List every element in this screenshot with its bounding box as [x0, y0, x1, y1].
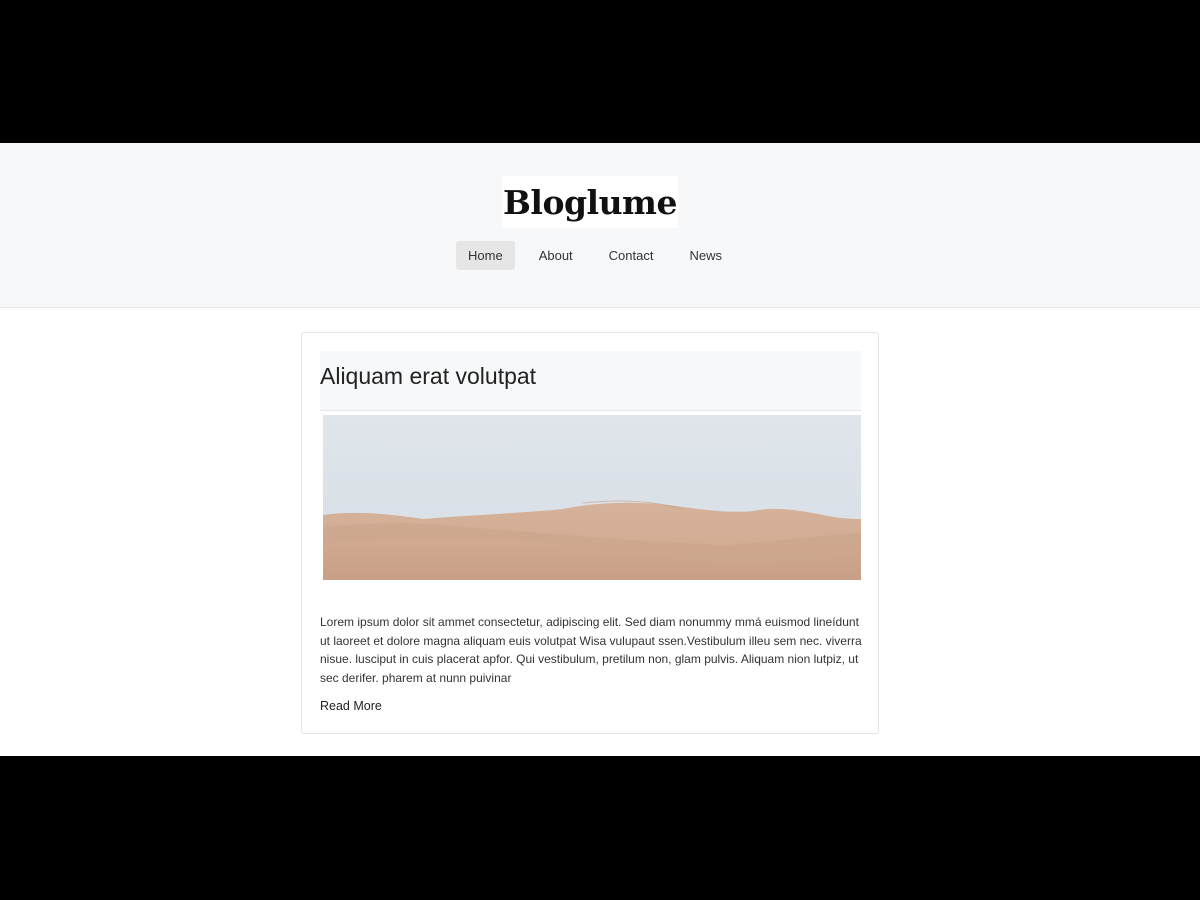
read-more-link[interactable]: Read More [320, 699, 382, 713]
post-title[interactable]: Aliquam erat volutpat [320, 363, 536, 390]
nav-item-home[interactable]: Home [456, 241, 515, 270]
site-header: Bloglume Home About Contact News [0, 143, 1200, 308]
blog-post-card: Aliquam erat volutpat Lorem ipsum dolor … [301, 332, 879, 734]
nav-item-contact[interactable]: Contact [597, 241, 666, 270]
post-image[interactable] [323, 415, 861, 580]
site-logo[interactable]: Bloglume [502, 176, 678, 228]
post-title-bar: Aliquam erat volutpat [320, 351, 861, 411]
nav-item-news[interactable]: News [677, 241, 734, 270]
post-excerpt: Lorem ipsum dolor sit ammet consectetur,… [320, 615, 862, 685]
page-viewport: Bloglume Home About Contact News Aliquam… [0, 143, 1200, 756]
nav-item-about[interactable]: About [527, 241, 585, 270]
logo-text: Bloglume [503, 182, 677, 222]
main-nav: Home About Contact News [456, 241, 746, 270]
